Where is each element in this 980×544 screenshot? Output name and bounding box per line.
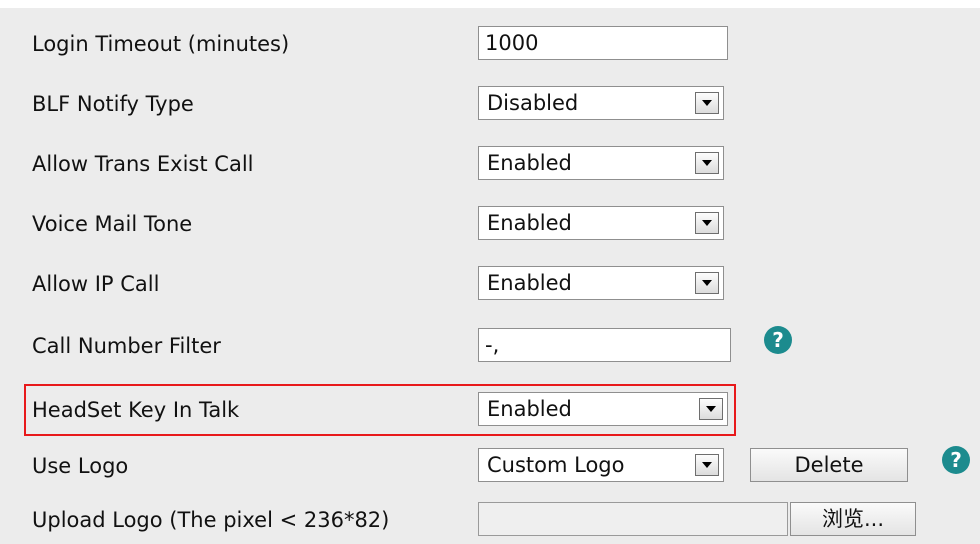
use-logo-select[interactable]: Custom Logo	[478, 448, 724, 482]
allow-trans-exist-call-label: Allow Trans Exist Call	[32, 152, 254, 176]
row-use-logo: Use Logo Custom Logo Delete ?	[0, 444, 980, 488]
voice-mail-tone-select[interactable]: Enabled	[478, 206, 724, 240]
row-headset-key-in-talk: HeadSet Key In Talk Enabled	[0, 388, 980, 432]
row-call-number-filter: Call Number Filter -, ?	[0, 324, 980, 368]
use-logo-value: Custom Logo	[487, 453, 625, 477]
dropdown-arrow-icon[interactable]	[699, 398, 723, 420]
dropdown-arrow-icon[interactable]	[695, 92, 719, 114]
upload-logo-label: Upload Logo (The pixel < 236*82)	[32, 508, 390, 532]
dropdown-arrow-icon[interactable]	[695, 454, 719, 476]
allow-trans-exist-call-value: Enabled	[487, 151, 572, 175]
browse-button[interactable]: 浏览...	[790, 502, 916, 536]
row-allow-trans-exist-call: Allow Trans Exist Call Enabled	[0, 142, 980, 186]
delete-logo-button[interactable]: Delete	[750, 448, 908, 482]
call-number-filter-label: Call Number Filter	[32, 334, 221, 358]
allow-ip-call-select[interactable]: Enabled	[478, 266, 724, 300]
row-voice-mail-tone: Voice Mail Tone Enabled	[0, 202, 980, 246]
headset-key-in-talk-value: Enabled	[487, 397, 572, 421]
row-login-timeout: Login Timeout (minutes) 1000	[0, 22, 980, 66]
question-circle-icon[interactable]: ?	[764, 326, 792, 354]
blf-notify-type-select[interactable]: Disabled	[478, 86, 724, 120]
headset-key-in-talk-select[interactable]: Enabled	[478, 392, 728, 426]
question-circle-icon[interactable]: ?	[942, 446, 970, 474]
allow-trans-exist-call-select[interactable]: Enabled	[478, 146, 724, 180]
allow-ip-call-label: Allow IP Call	[32, 272, 160, 296]
dropdown-arrow-icon[interactable]	[695, 272, 719, 294]
headset-key-in-talk-label: HeadSet Key In Talk	[32, 398, 240, 422]
allow-ip-call-value: Enabled	[487, 271, 572, 295]
login-timeout-input[interactable]: 1000	[478, 26, 728, 60]
use-logo-label: Use Logo	[32, 454, 129, 478]
voice-mail-tone-label: Voice Mail Tone	[32, 212, 193, 236]
voice-mail-tone-value: Enabled	[487, 211, 572, 235]
row-allow-ip-call: Allow IP Call Enabled	[0, 262, 980, 306]
row-blf-notify-type: BLF Notify Type Disabled	[0, 82, 980, 126]
dropdown-arrow-icon[interactable]	[695, 212, 719, 234]
row-upload-logo: Upload Logo (The pixel < 236*82) 浏览...	[0, 498, 980, 542]
blf-notify-type-label: BLF Notify Type	[32, 92, 194, 116]
dropdown-arrow-icon[interactable]	[695, 152, 719, 174]
login-timeout-label: Login Timeout (minutes)	[32, 32, 290, 56]
call-number-filter-input[interactable]: -,	[478, 328, 731, 362]
blf-notify-type-value: Disabled	[487, 91, 579, 115]
upload-logo-file-field[interactable]	[478, 502, 788, 536]
settings-panel: Login Timeout (minutes) 1000 BLF Notify …	[0, 8, 980, 544]
